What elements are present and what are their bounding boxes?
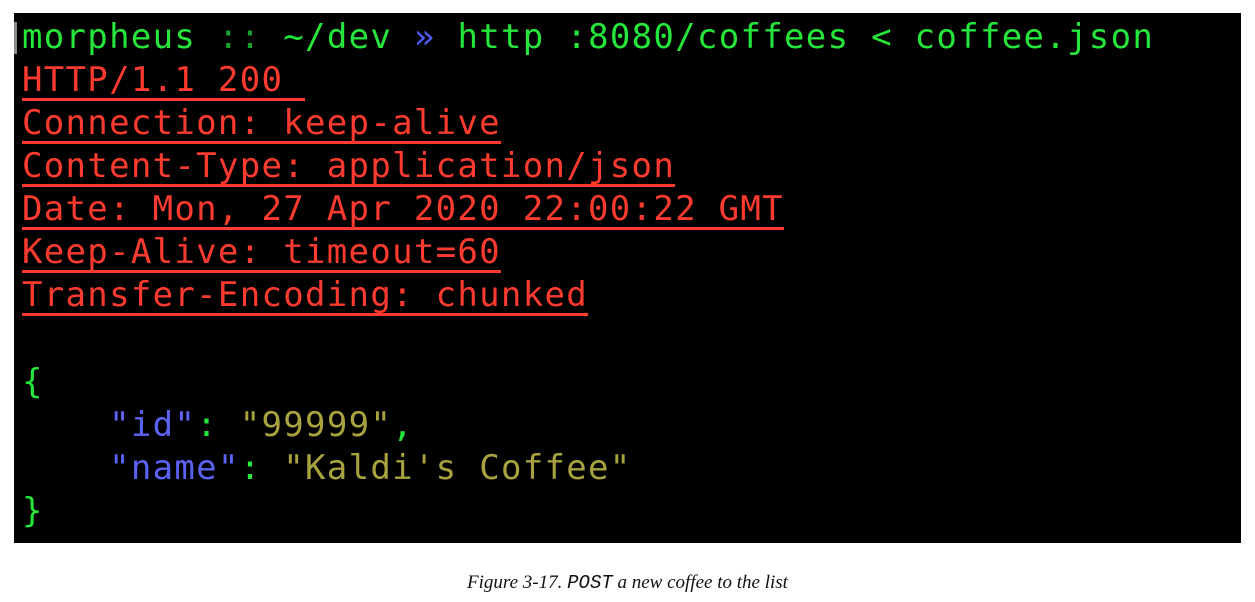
header-transfer-encoding: Transfer-Encoding: chunked [22, 275, 589, 315]
caption-suffix: a new coffee to the list [612, 572, 788, 593]
prompt-command: http :8080/coffees < coffee.json [457, 17, 1155, 57]
response-status-line: HTTP/1.1 200 [22, 60, 306, 100]
json-close-brace: } [22, 491, 44, 531]
json-open-brace: { [22, 362, 44, 402]
caption-code: POST [567, 572, 613, 594]
prompt-path: ~/dev [283, 17, 393, 57]
json-field-name: "name": "Kaldi's Coffee" [109, 448, 632, 488]
header-content-type: Content-Type: application/json [22, 146, 676, 186]
json-field-id: "id": "99999", [109, 405, 414, 445]
cursor-marker [14, 22, 17, 54]
prompt-separator: :: [217, 17, 262, 57]
command-prompt-line: morpheus :: ~/dev » http :8080/coffees <… [22, 16, 1154, 59]
figure-caption: Figure 3-17. POST a new coffee to the li… [0, 572, 1255, 594]
caption-prefix: Figure 3-17. [467, 572, 568, 593]
json-key-name: "name" [109, 448, 240, 488]
header-connection: Connection: keep-alive [22, 103, 501, 143]
header-keep-alive: Keep-Alive: timeout=60 [22, 232, 501, 272]
json-comma: , [392, 405, 414, 445]
json-key-id: "id" [109, 405, 197, 445]
header-date: Date: Mon, 27 Apr 2020 22:00:22 GMT [22, 189, 784, 229]
figure: morpheus :: ~/dev » http :8080/coffees <… [0, 0, 1255, 602]
json-value-name: "Kaldi's Coffee" [283, 448, 632, 488]
prompt-arrow-icon: » [413, 17, 436, 57]
json-value-id: "99999" [239, 405, 393, 445]
prompt-user: morpheus [22, 17, 197, 57]
terminal-window[interactable]: morpheus :: ~/dev » http :8080/coffees <… [14, 13, 1241, 543]
